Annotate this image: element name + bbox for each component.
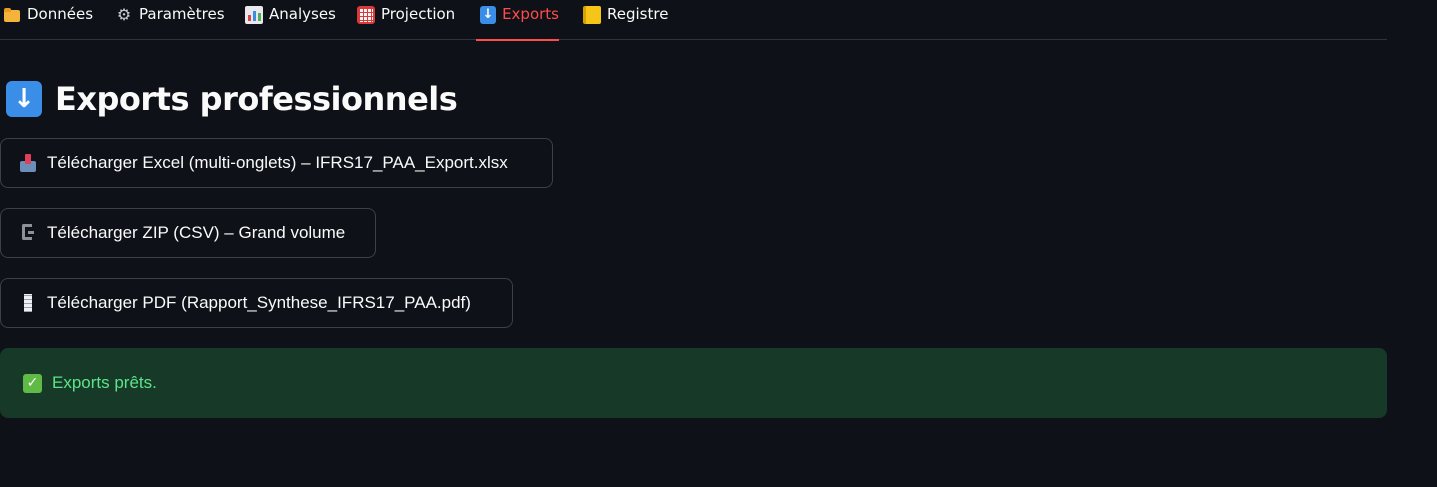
tab-registre[interactable]: Registre [583,0,668,40]
download-excel-button[interactable]: Télécharger Excel (multi-onglets) – IFRS… [0,138,553,188]
tab-analyses[interactable]: Analyses [245,0,336,40]
download-zip-label: Télécharger ZIP (CSV) – Grand volume [47,223,346,242]
page-heading: ↓ Exports professionnels [6,79,458,119]
download-zip-button[interactable]: Télécharger ZIP (CSV) – Grand volume [0,208,376,258]
page-icon [19,293,37,313]
folder-icon [3,6,21,24]
check-mark-icon: ✓ [23,373,42,393]
tab-donnees[interactable]: Données [3,0,93,40]
app-root: Données ⚙ Paramètres Analyses Projection… [0,0,1437,487]
tab-label: Analyses [269,5,336,23]
abacus-icon [357,6,375,24]
bar-chart-icon [245,6,263,24]
tab-exports[interactable]: ↓ Exports [476,0,559,41]
tab-bar: Données ⚙ Paramètres Analyses Projection… [0,0,1387,41]
down-arrow-icon: ↓ [6,81,42,117]
success-alert: ✓ Exports prêts. [0,348,1387,418]
download-pdf-button[interactable]: Télécharger PDF (Rapport_Synthese_IFRS17… [0,278,513,328]
tab-label: Données [27,5,94,23]
download-pdf-label: Télécharger PDF (Rapport_Synthese_IFRS17… [47,293,471,312]
tab-projection[interactable]: Projection [357,0,455,40]
ledger-icon [583,6,601,24]
download-excel-label: Télécharger Excel (multi-onglets) – IFRS… [47,153,508,172]
tab-parametres[interactable]: ⚙ Paramètres [115,0,225,40]
inbox-tray-icon [19,153,37,173]
down-arrow-icon: ↓ [480,6,497,24]
tab-label: Exports [502,5,559,23]
clamp-icon [19,223,37,243]
gear-icon: ⚙ [116,5,132,24]
alert-message: Exports prêts. [52,373,157,392]
tab-label: Registre [607,5,669,23]
tab-label: Projection [381,5,456,23]
tab-label: Paramètres [139,5,225,23]
page-title: Exports professionnels [55,80,458,118]
